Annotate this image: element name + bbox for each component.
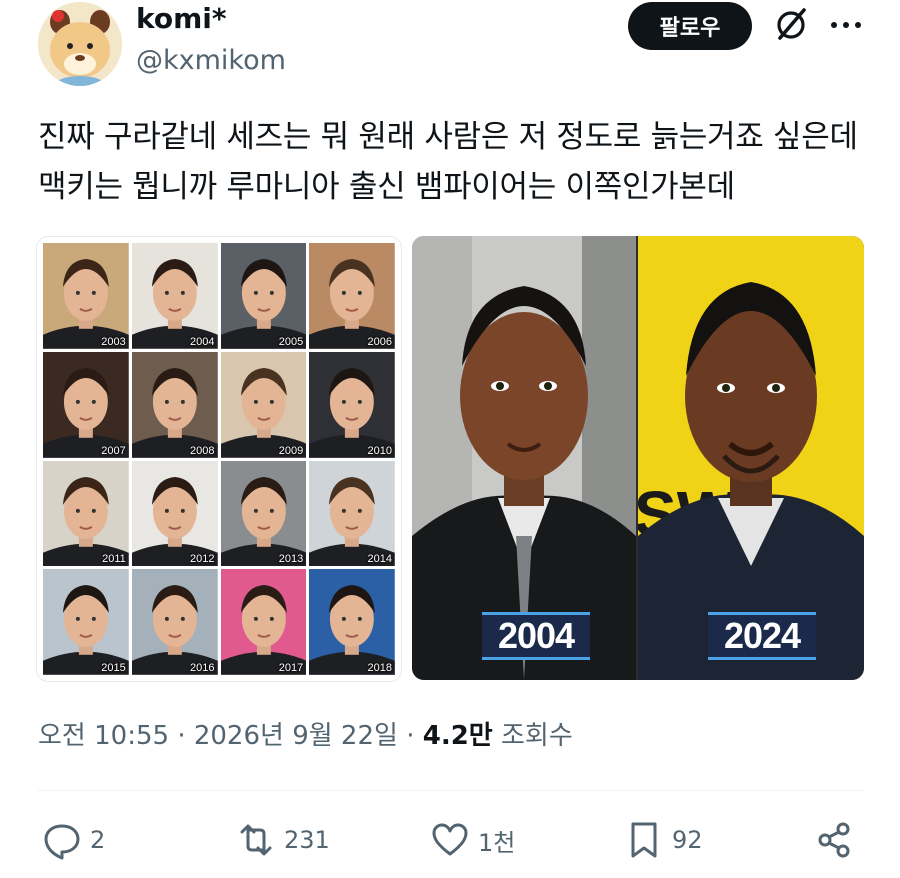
portrait-cell: 2005 <box>220 243 307 349</box>
bookmark-icon <box>631 822 657 858</box>
avatar[interactable] <box>38 2 122 86</box>
portrait-cell: 2010 <box>309 351 395 458</box>
portrait-cell: 2014 <box>309 460 395 567</box>
portrait-year: 2013 <box>278 553 304 566</box>
view-label: 조회수 <box>500 721 573 751</box>
tweet-date[interactable]: 2026년 9월 22일 <box>194 721 398 751</box>
portrait-year: 2018 <box>367 662 392 674</box>
portrait-cell: 2011 <box>43 460 129 567</box>
display-name[interactable]: komi* <box>136 2 227 36</box>
heart-icon <box>432 823 468 856</box>
portrait-cell: 2003 <box>43 243 129 349</box>
portrait-cell: 2007 <box>43 351 129 458</box>
portrait-cell: 2016 <box>131 569 218 675</box>
portrait-cell: 2017 <box>220 569 307 675</box>
portrait-year: 2012 <box>190 553 215 566</box>
like-count: 1천 <box>478 828 516 857</box>
retweet-icon <box>240 824 272 856</box>
reply-count: 2 <box>90 826 106 854</box>
portrait-year: 2010 <box>367 444 392 457</box>
bookmark-count: 92 <box>672 826 703 854</box>
retweet-count: 231 <box>284 826 330 854</box>
portrait-cell: 2018 <box>309 569 395 675</box>
year-label-then: 2004 <box>482 612 590 660</box>
portrait-cell: 2013 <box>220 460 307 567</box>
portrait-cell: 2008 <box>131 351 218 458</box>
bookmark-button[interactable]: 92 <box>624 818 703 862</box>
like-button[interactable]: 1천 <box>430 818 515 862</box>
portrait-year: 2017 <box>278 662 304 674</box>
portrait-cell: 2015 <box>43 569 129 675</box>
portrait-year: 2016 <box>190 662 215 674</box>
portrait-cell: 2004 <box>131 243 218 349</box>
tweet-text: 진짜 구라같네 세즈는 뭐 원래 사람은 저 정도로 늙는거죠 싶은데 맥키는 … <box>38 119 858 205</box>
share-icon <box>818 822 850 858</box>
portrait-cell: 2009 <box>220 351 307 458</box>
portrait-grid: 2003 2004 2005 2006 2007 2008 2009 2010 2011 2012… <box>43 243 395 675</box>
reply-icon <box>44 824 80 860</box>
reply-button[interactable]: 2 <box>42 818 105 862</box>
divider <box>38 790 864 791</box>
tweet-time[interactable]: 오전 10:55 <box>38 721 169 751</box>
more-icon[interactable] <box>826 10 866 40</box>
portrait-year: 2004 <box>190 335 215 348</box>
user-handle[interactable]: @kxmikom <box>136 44 286 78</box>
grok-icon[interactable] <box>772 4 812 44</box>
portrait-year: 2006 <box>367 335 392 348</box>
year-label-now: 2024 <box>708 612 816 660</box>
tweet-meta: 오전 10:55 · 2026년 9월 22일 · 4.2만 조회수 <box>38 718 573 754</box>
portrait-year: 2003 <box>101 335 126 348</box>
view-count: 4.2만 <box>422 721 493 751</box>
follow-button[interactable]: 팔로우 <box>628 2 752 50</box>
retweet-button[interactable]: 231 <box>236 818 330 862</box>
share-button[interactable] <box>814 818 862 862</box>
portrait-year: 2015 <box>101 662 126 674</box>
portrait-year: 2007 <box>101 444 126 457</box>
meta-separator: · <box>177 721 186 751</box>
media-image-left[interactable]: 2003 2004 2005 2006 2007 2008 2009 2010 2011 2012… <box>36 236 402 682</box>
portrait-year: 2011 <box>102 553 126 566</box>
portrait-year: 2014 <box>367 553 392 566</box>
portrait-cell: 2012 <box>131 460 218 567</box>
avatar-animal-icon <box>38 2 122 86</box>
portrait-year: 2005 <box>278 335 304 348</box>
portrait-year: 2009 <box>278 444 304 457</box>
meta-separator: · <box>406 721 415 751</box>
portrait-year: 2008 <box>190 444 215 457</box>
portrait-cell: 2006 <box>309 243 395 349</box>
